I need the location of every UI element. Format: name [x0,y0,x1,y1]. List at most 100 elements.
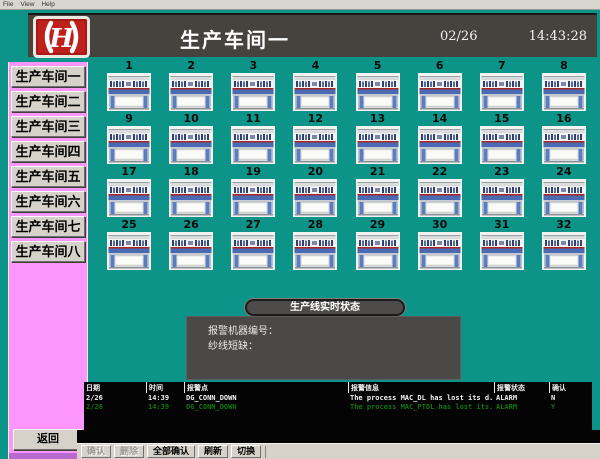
knitting-machine-icon [418,232,462,270]
knitting-machine-icon [418,179,462,217]
sidebar-item-workshop-6[interactable]: 生产车间六 [11,191,85,212]
knitting-machine-icon [293,179,337,217]
header-bar: H 生产车间一 02/26 14:43:28 [28,13,597,57]
delete-button[interactable]: 删除 [114,445,144,458]
knitting-machine-icon [418,73,462,111]
machine-cell-1[interactable]: 1 [98,60,160,113]
menu-help[interactable]: Help [41,1,54,8]
alarm-table[interactable]: 日期 时间 报警点 报警信息 报警状态 确认 2/26 14:39 DG_CON… [84,382,592,443]
alarm-time: 14:39 [146,394,184,403]
knitting-machine-icon [107,126,151,164]
alarm-time: 14:39 [146,403,184,412]
machine-cell-10[interactable]: 10 [160,113,222,166]
alarm-ack: Y [549,403,592,412]
machine-cell-13[interactable]: 13 [347,113,409,166]
col-point: 报警点 [184,382,348,393]
page-title: 生产车间一 [180,24,290,53]
refresh-button[interactable]: 刷新 [198,445,228,458]
machine-cell-6[interactable]: 6 [409,60,471,113]
menu-view[interactable]: View [20,1,34,8]
machine-cell-17[interactable]: 17 [98,166,160,219]
machine-cell-19[interactable]: 19 [222,166,284,219]
machine-cell-4[interactable]: 4 [284,60,346,113]
machine-cell-5[interactable]: 5 [347,60,409,113]
machine-number: 18 [160,166,222,178]
sidebar-item-workshop-8[interactable]: 生产车间八 [11,241,85,262]
machine-number: 20 [284,166,346,178]
machine-cell-2[interactable]: 2 [160,60,222,113]
confirm-button[interactable]: 确认 [81,445,111,458]
machine-number: 3 [222,60,284,72]
knitting-machine-icon [356,126,400,164]
machine-number: 9 [98,113,160,125]
switch-button[interactable]: 切换 [231,445,261,458]
machine-number: 12 [284,113,346,125]
alarm-row[interactable]: 2/26 14:39 DG_CONN_DOWN The process MAC_… [84,394,592,403]
machine-cell-12[interactable]: 12 [284,113,346,166]
bottom-purple-strip [9,453,87,459]
machine-number: 30 [409,219,471,231]
alarm-point: DG_CONN_DOWN [184,394,348,403]
machine-cell-31[interactable]: 31 [471,219,533,272]
col-ack: 确认 [549,382,592,393]
machine-cell-3[interactable]: 3 [222,60,284,113]
machine-number: 10 [160,113,222,125]
machine-number: 21 [347,166,409,178]
knitting-machine-icon [107,179,151,217]
machine-cell-9[interactable]: 9 [98,113,160,166]
knitting-machine-icon [542,232,586,270]
machine-cell-8[interactable]: 8 [533,60,595,113]
machine-cell-32[interactable]: 32 [533,219,595,272]
sidebar-item-workshop-5[interactable]: 生产车间五 [11,166,85,187]
machine-cell-7[interactable]: 7 [471,60,533,113]
knitting-machine-icon [480,179,524,217]
machine-cell-29[interactable]: 29 [347,219,409,272]
machine-number: 7 [471,60,533,72]
workshop-sidebar: 生产车间一 生产车间二 生产车间三 生产车间四 生产车间五 生产车间六 生产车间… [8,62,88,459]
machine-cell-15[interactable]: 15 [471,113,533,166]
knitting-machine-icon [293,73,337,111]
confirm-all-button[interactable]: 全部确认 [147,445,195,458]
sidebar-item-workshop-1[interactable]: 生产车间一 [11,66,85,87]
alarm-date: 2/26 [84,403,146,412]
sidebar-item-workshop-3[interactable]: 生产车间三 [11,116,85,137]
knitting-machine-icon [356,179,400,217]
alarm-info: The process MAC_PTDL has lost its... [348,403,494,412]
machine-cell-20[interactable]: 20 [284,166,346,219]
machine-cell-23[interactable]: 23 [471,166,533,219]
sidebar-item-workshop-2[interactable]: 生产车间二 [11,91,85,112]
machine-cell-26[interactable]: 26 [160,219,222,272]
knitting-machine-icon [231,232,275,270]
machine-cell-11[interactable]: 11 [222,113,284,166]
alarm-row[interactable]: 2/26 14:39 DG_CONN_DOWN The process MAC_… [84,403,592,412]
machine-number: 4 [284,60,346,72]
return-button[interactable]: 返回 [13,429,83,450]
alarm-point: DG_CONN_DOWN [184,403,348,412]
machine-cell-22[interactable]: 22 [409,166,471,219]
toolbar-divider [265,446,266,458]
machine-cell-28[interactable]: 28 [284,219,346,272]
menu-file[interactable]: File [3,1,13,8]
knitting-machine-icon [418,126,462,164]
sidebar-item-workshop-7[interactable]: 生产车间七 [11,216,85,237]
knitting-machine-icon [231,73,275,111]
col-info: 报警信息 [348,382,494,393]
machine-cell-25[interactable]: 25 [98,219,160,272]
alarm-ack: N [549,394,592,403]
machine-cell-27[interactable]: 27 [222,219,284,272]
knitting-machine-icon [231,179,275,217]
machine-cell-30[interactable]: 30 [409,219,471,272]
col-date: 日期 [84,382,146,393]
machine-cell-16[interactable]: 16 [533,113,595,166]
knitting-machine-icon [107,73,151,111]
machine-cell-24[interactable]: 24 [533,166,595,219]
knitting-machine-icon [542,179,586,217]
machine-number: 29 [347,219,409,231]
machine-cell-14[interactable]: 14 [409,113,471,166]
knitting-machine-icon [107,232,151,270]
sidebar-item-workshop-4[interactable]: 生产车间四 [11,141,85,162]
machine-cell-21[interactable]: 21 [347,166,409,219]
machine-number: 32 [533,219,595,231]
machine-cell-18[interactable]: 18 [160,166,222,219]
menu-bar: File View Help [0,0,600,10]
